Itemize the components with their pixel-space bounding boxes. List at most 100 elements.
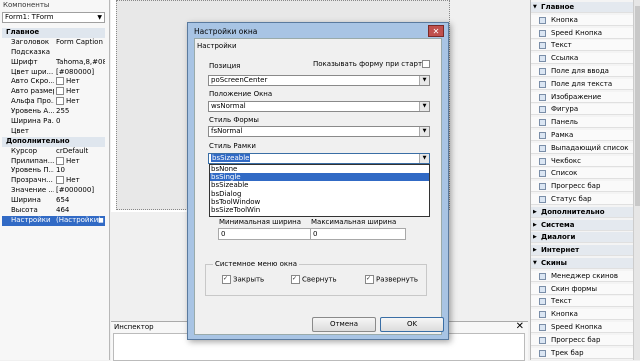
palette-item[interactable]: Ссылка (531, 53, 634, 65)
palette-item[interactable]: Поле для ввода (531, 66, 634, 77)
palette-category[interactable]: ▼ Главное (531, 2, 634, 13)
palette-item[interactable]: Фигура (531, 104, 634, 116)
palette-item[interactable]: Текст (531, 40, 634, 52)
property-row[interactable]: Заголовок Form Caption (2, 38, 105, 48)
property-value[interactable]: 255 (56, 107, 105, 117)
cancel-button[interactable]: Отмена (312, 317, 376, 332)
maximize-checkbox-row[interactable]: Развернуть (365, 275, 418, 284)
collapsed-icon[interactable]: ▶ (533, 245, 537, 256)
property-row[interactable]: Уровень А... 255 (2, 107, 105, 117)
property-row[interactable]: Шрифт Tahoma,8,#08... (2, 58, 105, 68)
palette-item[interactable]: Speed Кнопка (531, 27, 634, 39)
expanded-icon[interactable]: ▼ (533, 2, 537, 13)
property-value[interactable]: crDefault (56, 147, 105, 157)
palette-item[interactable]: Текст (531, 296, 634, 308)
palette-scrollbar[interactable] (633, 0, 640, 360)
property-row[interactable]: Цвет (2, 127, 105, 137)
palette-item[interactable]: Прогресс бар (531, 334, 634, 346)
property-value[interactable]: [#000000] (56, 186, 105, 196)
expanded-icon[interactable]: ▼ (533, 258, 537, 269)
property-row[interactable]: Цвет шри... [#080000] (2, 68, 105, 78)
palette-item[interactable]: Список (531, 168, 634, 180)
dropdown-option[interactable]: bsSizeable (210, 181, 429, 189)
property-value[interactable]: Нет (56, 176, 105, 186)
maximize-checkbox[interactable] (365, 275, 374, 284)
property-row[interactable]: Курсор crDefault (2, 147, 105, 157)
dropdown-option[interactable]: bsSingle (210, 173, 429, 182)
palette-item[interactable]: Трек бар (531, 347, 634, 359)
palette-category[interactable]: ▶ Дополнительно (531, 206, 634, 218)
property-row[interactable]: Авто Скро... Нет (2, 77, 105, 87)
palette-item[interactable]: Чекбокс (531, 155, 634, 167)
component-selector[interactable]: Form1: TForm ▼ (2, 12, 105, 23)
property-checkbox[interactable] (56, 77, 64, 86)
property-checkbox[interactable] (56, 176, 64, 185)
palette-item[interactable]: Кнопка (531, 309, 634, 321)
inspector-close-icon[interactable]: ✕ (516, 321, 524, 332)
position-select[interactable]: poScreenCenter ▼ (208, 75, 430, 86)
property-value[interactable]: Нет (56, 97, 105, 107)
window-state-select[interactable]: wsNormal ▼ (208, 101, 430, 112)
property-row[interactable]: Авто размер Нет (2, 87, 105, 97)
property-value[interactable]: 464 (56, 206, 105, 216)
palette-item[interactable]: Поле для текста (531, 78, 634, 90)
palette-item[interactable]: Выпадающий список (531, 142, 634, 154)
property-value[interactable]: [#080000] (56, 68, 105, 78)
property-row[interactable]: Значение ... [#000000] (2, 186, 105, 196)
property-section[interactable]: Дополнительно (2, 136, 105, 147)
property-value[interactable]: 0 (56, 117, 105, 127)
property-row[interactable]: Настройки (Настройки) ■ (2, 215, 105, 226)
palette-item[interactable]: Кнопка (531, 14, 634, 26)
property-checkbox[interactable] (56, 87, 64, 96)
palette-category[interactable]: ▼ Скины (531, 258, 634, 269)
property-row[interactable]: Прилипан... Нет (2, 156, 105, 167)
close-checkbox[interactable] (222, 275, 231, 284)
form-style-select[interactable]: fsNormal ▼ (208, 126, 430, 137)
palette-item[interactable]: Прогресс бар (531, 181, 634, 193)
property-value[interactable]: Нет (56, 77, 105, 87)
minimize-checkbox[interactable] (291, 275, 300, 284)
property-row[interactable]: Высота 464 (2, 206, 105, 216)
property-value[interactable]: Tahoma,8,#08... (56, 58, 105, 68)
palette-item[interactable]: Панель (531, 117, 634, 129)
property-value[interactable]: Нет (56, 156, 105, 167)
property-checkbox[interactable] (56, 97, 64, 106)
palette-category[interactable]: ▶ Диалоги (531, 232, 634, 244)
palette-item[interactable]: Рамка (531, 130, 634, 141)
dialog-close-button[interactable]: ✕ (428, 25, 444, 37)
collapsed-icon[interactable]: ▶ (533, 207, 537, 218)
collapsed-icon[interactable]: ▶ (533, 232, 537, 243)
max-width-input[interactable]: 0 (310, 228, 406, 240)
palette-item[interactable]: Изображение (531, 91, 634, 103)
property-row[interactable]: Уровень П... 10 (2, 166, 105, 176)
palette-item[interactable]: Скин формы (531, 283, 634, 295)
dropdown-option[interactable]: bsSizeToolWin (210, 206, 429, 214)
palette-category[interactable]: ▶ Интернет (531, 245, 634, 257)
property-row[interactable]: Ширина Ра... 0 (2, 117, 105, 127)
min-width-input[interactable]: 0 (218, 228, 314, 240)
property-row[interactable]: Альфа Про... Нет (2, 97, 105, 107)
palette-item[interactable]: Speed Кнопка (531, 322, 634, 333)
property-value[interactable]: Нет (56, 87, 105, 97)
property-value[interactable]: 654 (56, 196, 105, 206)
close-checkbox-row[interactable]: Закрыть (222, 275, 264, 284)
property-row[interactable]: Ширина 654 (2, 196, 105, 206)
palette-item[interactable]: Менеджер скинов (531, 270, 634, 282)
ok-button[interactable]: OK (380, 317, 444, 332)
scrollbar-thumb[interactable] (635, 6, 640, 206)
dropdown-option[interactable]: bsDialog (210, 190, 429, 198)
palette-category[interactable]: ▶ Система (531, 219, 634, 231)
border-style-select[interactable]: bsSizeable ▼ (208, 153, 430, 164)
dropdown-option[interactable]: bsToolWindow (210, 198, 429, 206)
ellipsis-icon[interactable]: ■ (98, 216, 104, 226)
property-row[interactable]: Подсказка (2, 48, 105, 58)
property-value[interactable]: Form Caption (56, 38, 105, 48)
property-section[interactable]: Главное (2, 28, 105, 38)
palette-item[interactable]: Статус бар (531, 194, 634, 205)
minimize-checkbox-row[interactable]: Свернуть (291, 275, 337, 284)
property-checkbox[interactable] (56, 156, 64, 165)
dropdown-option[interactable]: bsNone (210, 165, 429, 173)
show-on-start-checkbox[interactable] (422, 60, 430, 68)
property-row[interactable]: Прозрачн... Нет (2, 176, 105, 186)
property-value[interactable]: 10 (56, 166, 105, 176)
